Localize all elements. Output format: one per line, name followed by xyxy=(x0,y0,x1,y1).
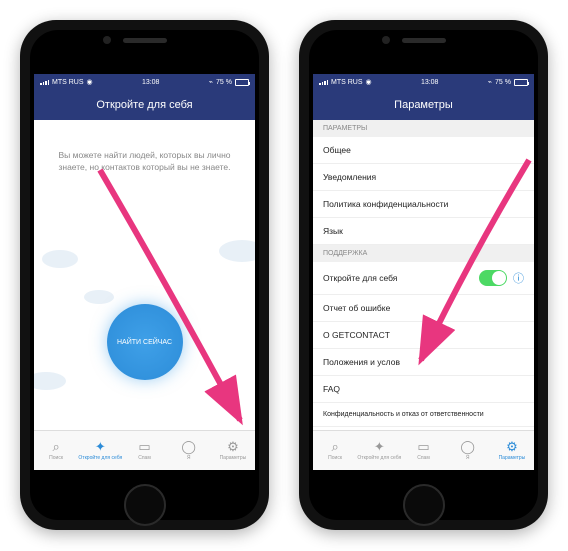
tab-spam[interactable]: ▭Спам xyxy=(122,431,166,470)
battery-icon xyxy=(235,79,249,86)
tab-me[interactable]: ◯Я xyxy=(167,431,211,470)
home-button[interactable] xyxy=(124,484,166,526)
phone-camera xyxy=(103,36,111,44)
tab-discover[interactable]: ✦Откройте для себя xyxy=(357,431,401,470)
row-terms[interactable]: Положения и услов xyxy=(313,349,534,376)
section-params: ПАРАМЕТРЫ xyxy=(313,120,534,137)
gear-icon: ⚙ xyxy=(227,440,239,453)
search-icon: ⌕ xyxy=(52,440,59,453)
row-discover[interactable]: Откройте для себя ⓘ xyxy=(313,262,534,295)
tab-me[interactable]: ◯Я xyxy=(446,431,490,470)
phone-speaker xyxy=(402,38,446,43)
home-button[interactable] xyxy=(403,484,445,526)
tab-discover[interactable]: ✦Откройте для себя xyxy=(78,431,122,470)
carrier-label: MTS RUS xyxy=(331,79,363,86)
tab-bar: ⌕Поиск ✦Откройте для себя ▭Спам ◯Я ⚙Пара… xyxy=(34,430,255,470)
discover-description: Вы можете найти людей, которых вы лично … xyxy=(34,120,255,184)
phone-right: MTS RUS ◉ 13:08 ⌁ 75 % Параметры ПАРАМЕТ… xyxy=(299,20,548,530)
spam-icon: ▭ xyxy=(417,440,429,453)
clock: 13:08 xyxy=(142,79,160,86)
cloud-decoration xyxy=(219,240,255,262)
row-disclaimer[interactable]: Конфиденциальность и отказ от ответствен… xyxy=(313,403,534,427)
row-delete-account[interactable]: Удалить аккаунт xyxy=(313,427,534,430)
battery-pct: 75 % xyxy=(216,79,232,86)
phone-speaker xyxy=(123,38,167,43)
section-support: ПОДДЕРЖКА xyxy=(313,245,534,262)
nav-title: Параметры xyxy=(313,90,534,120)
signal-icon xyxy=(319,80,328,85)
phone-camera xyxy=(382,36,390,44)
phone-left: MTS RUS ◉ 13:08 ⌁ 75 % Откройте для себя… xyxy=(20,20,269,530)
battery-icon xyxy=(514,79,528,86)
info-icon[interactable]: ⓘ xyxy=(513,270,524,286)
clock: 13:08 xyxy=(421,79,439,86)
spam-icon: ▭ xyxy=(138,440,150,453)
settings-content: ПАРАМЕТРЫ Общее Уведомления Политика кон… xyxy=(313,120,534,430)
cloud-decoration xyxy=(42,250,78,268)
signal-icon xyxy=(40,80,49,85)
discover-content: Вы можете найти людей, которых вы лично … xyxy=(34,120,255,430)
discover-toggle[interactable] xyxy=(479,270,507,286)
tab-settings[interactable]: ⚙Параметры xyxy=(490,431,534,470)
search-icon: ⌕ xyxy=(331,440,338,453)
person-icon: ◯ xyxy=(460,440,475,453)
cloud-decoration xyxy=(34,372,66,390)
row-notifications[interactable]: Уведомления xyxy=(313,164,534,191)
bluetooth-icon: ⌁ xyxy=(209,78,213,86)
row-about[interactable]: О GETCONTACT xyxy=(313,322,534,349)
nav-title: Откройте для себя xyxy=(34,90,255,120)
carrier-label: MTS RUS xyxy=(52,79,84,86)
tab-search[interactable]: ⌕Поиск xyxy=(313,431,357,470)
row-privacy-policy[interactable]: Политика конфиденциальности xyxy=(313,191,534,218)
wifi-icon: ◉ xyxy=(366,78,372,86)
compass-icon: ✦ xyxy=(374,440,385,453)
tab-bar: ⌕Поиск ✦Откройте для себя ▭Спам ◯Я ⚙Пара… xyxy=(313,430,534,470)
status-bar: MTS RUS ◉ 13:08 ⌁ 75 % xyxy=(313,74,534,90)
row-language[interactable]: Язык xyxy=(313,218,534,245)
wifi-icon: ◉ xyxy=(87,78,93,86)
bluetooth-icon: ⌁ xyxy=(488,78,492,86)
tab-settings[interactable]: ⚙Параметры xyxy=(211,431,255,470)
person-icon: ◯ xyxy=(181,440,196,453)
cloud-decoration xyxy=(84,290,114,304)
compass-icon: ✦ xyxy=(95,440,106,453)
row-bug-report[interactable]: Отчет об ошибке xyxy=(313,295,534,322)
status-bar: MTS RUS ◉ 13:08 ⌁ 75 % xyxy=(34,74,255,90)
tab-search[interactable]: ⌕Поиск xyxy=(34,431,78,470)
tab-spam[interactable]: ▭Спам xyxy=(401,431,445,470)
gear-icon: ⚙ xyxy=(506,440,518,453)
find-now-button[interactable]: НАЙТИ СЕЙЧАС xyxy=(107,304,183,380)
row-faq[interactable]: FAQ xyxy=(313,376,534,403)
battery-pct: 75 % xyxy=(495,79,511,86)
row-general[interactable]: Общее xyxy=(313,137,534,164)
